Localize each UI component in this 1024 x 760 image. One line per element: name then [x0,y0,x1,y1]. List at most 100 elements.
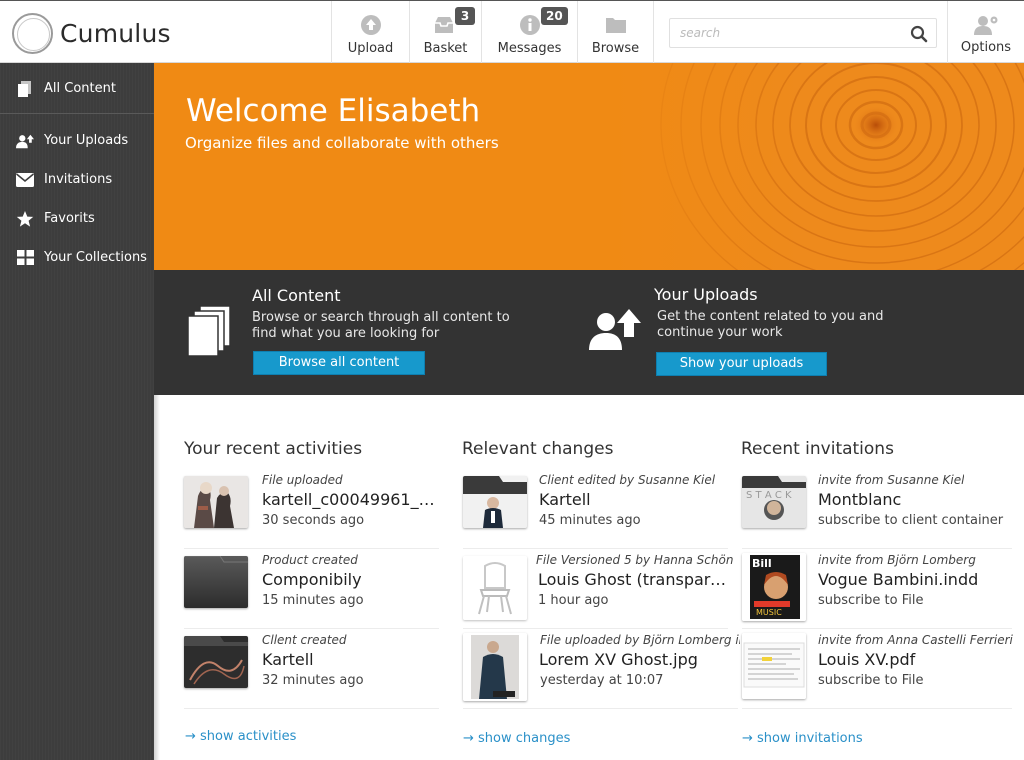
user-settings-icon [974,16,998,35]
welcome-title: Welcome Elisabeth [186,93,481,129]
grid-icon [16,249,34,267]
browse-button[interactable]: Browse [577,1,654,63]
recent-invitations-title: Recent invitations [741,439,894,459]
activity-name: kartell_c00049961_af... [262,490,438,509]
options-button[interactable]: Options [947,1,1024,63]
invitation-item[interactable]: Bill MUSIC invite from Björn Lomberg Vogu… [742,553,1012,629]
invitation-name: Montblanc [818,490,902,509]
sidebar-item-label: Invitations [44,172,113,187]
upload-label: Upload [347,41,394,56]
top-bar: Cumulus Upload 3 Basket 20 Messages Brow… [0,0,1024,63]
activity-item[interactable]: File uploaded kartell_c00049961_af... 30… [184,473,439,549]
sidebar-item-your-collections[interactable]: Your Collections [0,238,154,277]
change-meta: Client edited by Susanne Kiel [539,473,716,487]
invitation-name: Vogue Bambini.indd [818,570,979,589]
show-your-uploads-button[interactable]: Show your uploads [656,352,827,376]
change-meta: File Versioned 5 by Hanna Schön [536,553,734,567]
show-changes-link[interactable]: → show changes [463,731,570,746]
change-time: 1 hour ago [538,593,609,608]
sidebar-item-label: Your Uploads [44,133,129,148]
folder-thumbnail: S T A C K [742,476,806,528]
quick-actions-band: All Content Browse or search through all… [154,270,1024,395]
sidebar-item-your-uploads[interactable]: Your Uploads [0,121,154,160]
messages-button[interactable]: 20 Messages [481,1,577,63]
activity-time: 32 minutes ago [262,673,364,688]
svg-text:Bill: Bill [752,557,772,570]
browse-label: Browse [591,41,640,56]
change-time: yesterday at 10:07 [540,673,664,688]
invitation-time: subscribe to File [818,593,924,608]
upload-button[interactable]: Upload [331,1,409,63]
basket-button[interactable]: 3 Basket [409,1,481,63]
activity-item[interactable]: Cllent created Kartell 32 minutes ago [184,633,439,709]
invitation-time: subscribe to File [818,673,924,688]
invitation-item[interactable]: invite from Anna Castelli Ferrieri Louis… [742,633,1013,709]
envelope-icon [16,171,34,189]
invitation-meta: invite from Björn Lomberg [818,553,976,567]
user-upload-icon [16,132,34,150]
messages-count-badge: 20 [541,7,568,25]
documents-icon [187,305,231,357]
star-icon [16,210,34,228]
all-content-desc: Browse or search through all content to … [252,310,510,341]
activity-meta: File uploaded [262,473,343,487]
relevant-changes-title: Relevant changes [462,439,614,459]
change-name: Kartell [539,490,591,509]
browse-all-content-button[interactable]: Browse all content [253,351,425,375]
sidebar-item-label: All Content [44,81,116,96]
basket-label: Basket [423,41,468,56]
sidebar-divider [0,113,154,114]
sidebar-item-label: Favorits [44,211,95,226]
invitation-item[interactable]: S T A C K invite from Susanne Kiel Montb… [742,473,1012,549]
inbox-icon [434,17,453,33]
options-label: Options [960,40,1012,55]
documents-icon [16,80,34,98]
svg-text:S T A C K: S T A C K [746,490,792,501]
svg-text:MUSIC: MUSIC [756,608,782,617]
upload-icon [360,15,381,35]
show-invitations-link[interactable]: → show invitations [742,731,863,746]
sidebar-item-favorits[interactable]: Favorits [0,199,154,238]
change-name: Lorem XV Ghost.jpg [539,650,698,669]
messages-label: Messages [497,41,562,56]
folder-thumbnail [463,476,527,528]
app-name: Cumulus [60,18,171,48]
change-meta: File uploaded by Björn Lomberg in [540,633,740,647]
invitation-time: subscribe to client container [818,513,1004,528]
invitation-meta: invite from Susanne Kiel [818,473,965,487]
folder-thumbnail [184,556,248,608]
magazine-thumbnail: Bill MUSIC [742,553,806,621]
welcome-banner: Welcome Elisabeth Organize files and col… [154,63,1024,270]
chair-thumbnail [463,556,527,620]
sidebar-item-invitations[interactable]: Invitations [0,160,154,199]
user-upload-icon [589,309,641,350]
basket-count-badge: 3 [455,7,475,25]
change-name: Louis Ghost (transpare... [538,570,728,589]
photo-thumbnail [184,476,248,528]
change-item[interactable]: Client edited by Susanne Kiel Kartell 45… [463,473,728,549]
invitation-meta: invite from Anna Castelli Ferrieri [818,633,1013,647]
all-content-title: All Content [252,286,341,305]
sidebar-item-all-content[interactable]: All Content [0,69,154,108]
app-logo[interactable]: Cumulus [12,11,171,55]
activity-meta: Product created [262,553,358,567]
search-icon[interactable] [910,25,928,43]
activity-name: Kartell [262,650,314,669]
your-uploads-desc: Get the content related to you and conti… [657,309,884,340]
activity-name: Componibily [262,570,362,589]
search-input[interactable] [670,19,900,47]
document-thumbnail [742,633,806,699]
folder-thumbnail [184,636,248,688]
activity-item[interactable]: Product created Componibily 15 minutes a… [184,553,439,629]
change-item[interactable]: File Versioned 5 by Hanna Schön Louis Gh… [463,553,733,629]
change-item[interactable]: File uploaded by Björn Lomberg in Lorem … [463,633,740,709]
activity-time: 30 seconds ago [262,513,365,528]
sidebar-item-label: Your Collections [44,250,147,265]
your-uploads-title: Your Uploads [654,285,758,304]
search-box [669,18,937,48]
show-activities-link[interactable]: → show activities [185,729,296,744]
change-time: 45 minutes ago [539,513,641,528]
welcome-subtitle: Organize files and collaborate with othe… [185,134,499,152]
invitation-name: Louis XV.pdf [818,650,916,669]
fashion-photo-thumbnail [463,633,527,701]
